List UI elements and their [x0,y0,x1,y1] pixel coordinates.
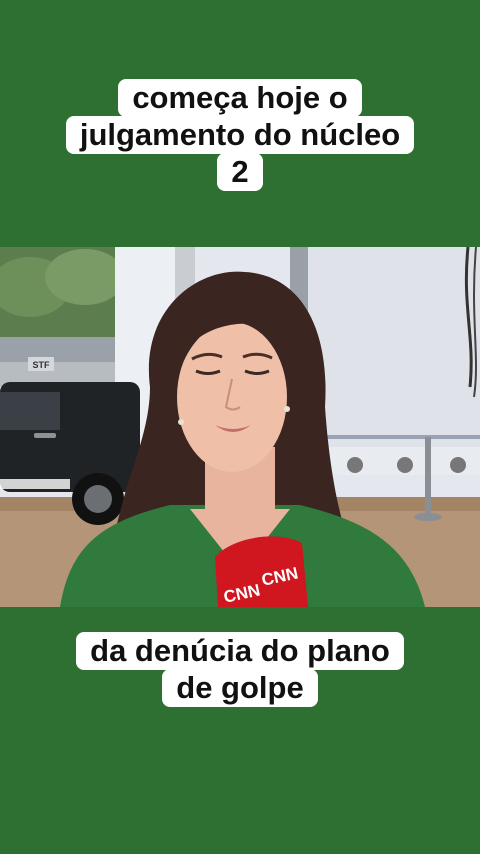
news-report-scene: STF CNN CNN [0,247,480,607]
caption-line: 2 [217,153,263,191]
building-sign: STF [33,360,51,370]
caption-line: começa hoje o [118,79,362,117]
top-caption: começa hoje o julgamento do núcleo 2 [0,79,480,191]
caption-line: da denúcia do plano [76,632,404,670]
caption-line: julgamento do núcleo [65,116,415,154]
video-frame: STF CNN CNN [0,247,480,607]
bottom-caption: da denúcia do plano de golpe [0,632,480,707]
caption-line: de golpe [162,669,318,707]
